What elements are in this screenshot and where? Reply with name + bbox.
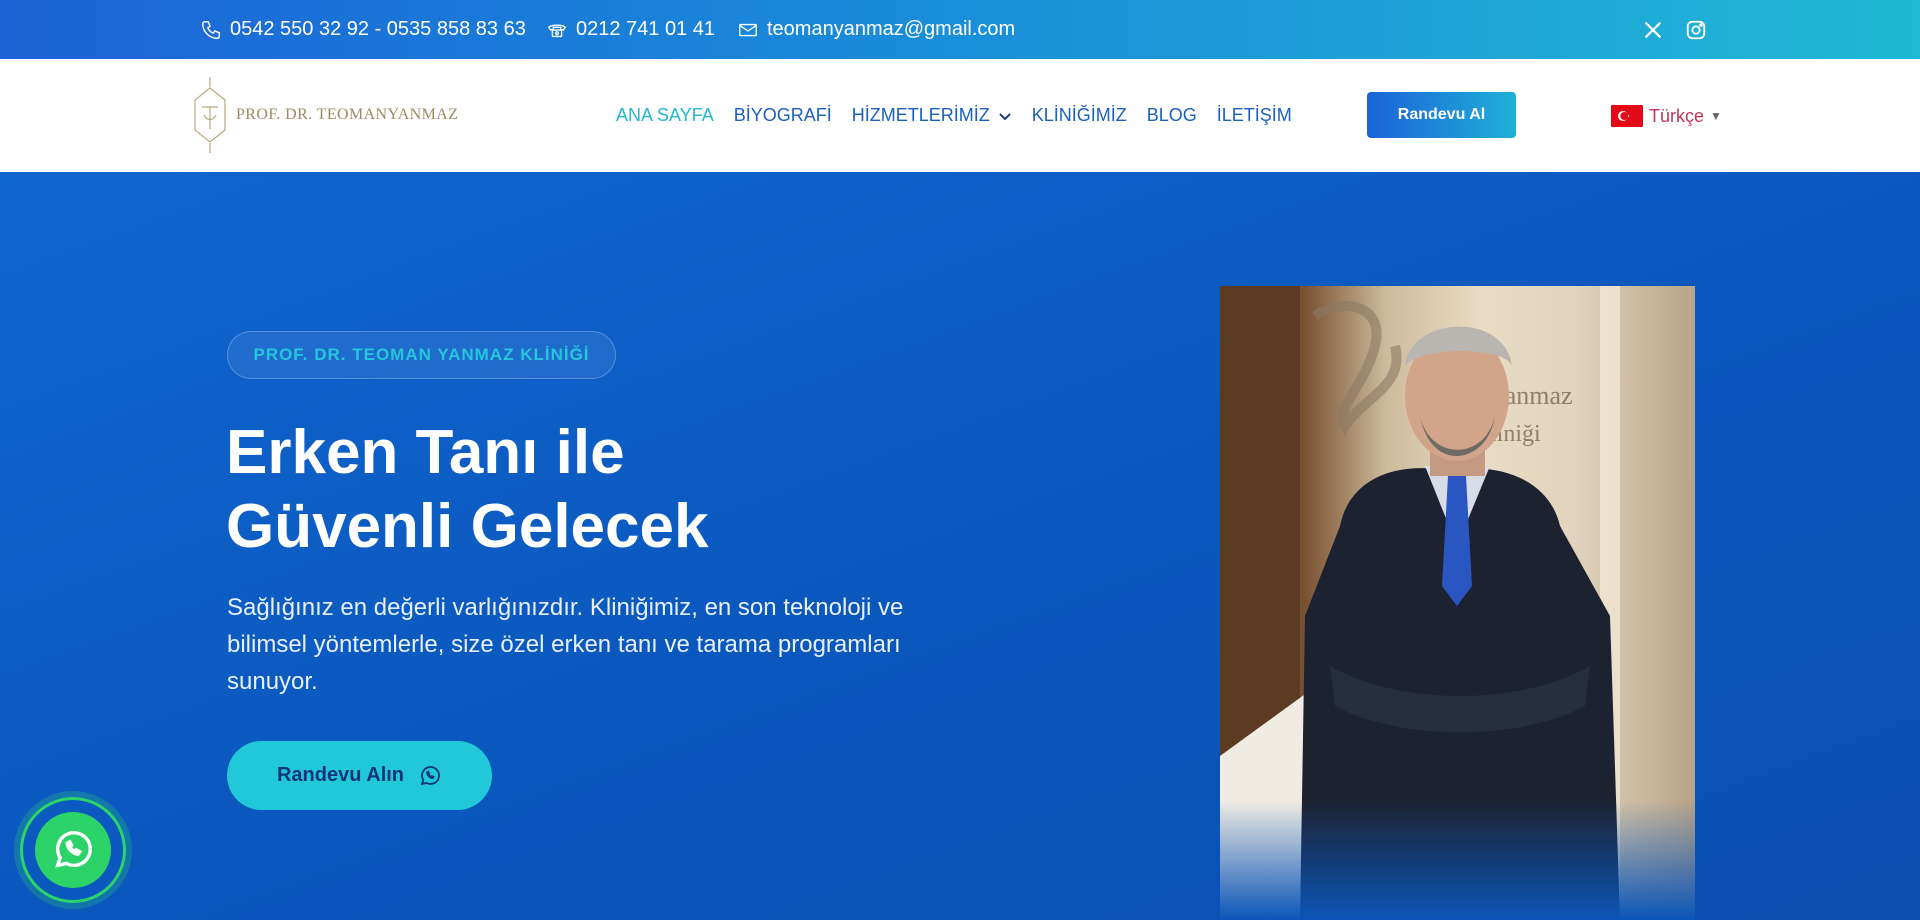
appointment-button[interactable]: Randevu Al (1367, 92, 1516, 138)
doctor-portrait-photo: n Yanmaz liniği (1220, 286, 1695, 920)
hero-title-line-1: Erken Tanı ile (226, 418, 625, 487)
nav-clinic[interactable]: KLİNİĞİMİZ (1032, 105, 1127, 126)
nav-services[interactable]: HİZMETLERİMİZ (852, 105, 1012, 126)
logo-text: PROF. DR. TEOMANYANMAZ (236, 106, 459, 123)
x-link[interactable] (1642, 0, 1664, 59)
telephone-icon (547, 24, 567, 37)
whatsapp-icon (55, 831, 92, 868)
whatsapp-float-button[interactable] (20, 797, 126, 903)
top-contact-bar: 0542 550 32 92 - 0535 858 83 63 0212 741… (0, 0, 1920, 59)
nav-biography-label: BİYOGRAFİ (733, 105, 832, 125)
nav-clinic-label: KLİNİĞİMİZ (1031, 105, 1127, 125)
caret-down-icon: ▼ (1710, 109, 1722, 123)
hero-description: Sağlığınız en değerli varlığınızdır. Kli… (227, 594, 904, 695)
instagram-link[interactable] (1685, 0, 1707, 59)
whatsapp-icon (420, 765, 440, 785)
nav-home-label: ANA SAYFA (616, 105, 714, 125)
nav-services-label: HİZMETLERİMİZ (851, 105, 990, 125)
photo-fade-overlay (1220, 800, 1695, 920)
landline-phone-number: 0212 741 01 41 (576, 18, 716, 40)
hero-title-line-2: Güvenli Gelecek (226, 492, 709, 561)
nav-home[interactable]: ANA SAYFA (616, 105, 714, 126)
whatsapp-float-inner (35, 812, 111, 888)
landline-phone-contact[interactable]: 0212 741 01 41 (546, 0, 715, 59)
nav-blog-label: BLOG (1146, 105, 1197, 125)
hero-appointment-button[interactable]: Randevu Alın (227, 741, 492, 810)
nav-contact-label: İLETİŞİM (1216, 105, 1292, 125)
turkey-flag-icon (1611, 105, 1643, 127)
nav-contact[interactable]: İLETİŞİM (1217, 105, 1292, 126)
hero-appointment-label: Randevu Alın (276, 764, 405, 786)
main-navigation: ANA SAYFA BİYOGRAFİ HİZMETLERİMİZ KLİNİĞ… (616, 59, 1292, 172)
nav-blog[interactable]: BLOG (1147, 105, 1197, 126)
email-address: teomanyanmaz@gmail.com (767, 18, 1016, 40)
phone-icon (202, 20, 220, 39)
email-contact[interactable]: teomanyanmaz@gmail.com (737, 0, 1015, 59)
site-header: PROF. DR. TEOMANYANMAZ ANA SAYFA BİYOGRA… (0, 59, 1920, 172)
site-logo[interactable]: PROF. DR. TEOMANYANMAZ (190, 75, 458, 155)
hero-title: Erken Tanı ile Güvenli Gelecek (226, 416, 926, 564)
x-icon (1644, 21, 1662, 38)
nav-biography[interactable]: BİYOGRAFİ (734, 105, 832, 126)
instagram-icon (1686, 20, 1706, 39)
mobile-phone-numbers: 0542 550 32 92 - 0535 858 83 63 (230, 18, 526, 40)
mobile-phone-contact[interactable]: 0542 550 32 92 - 0535 858 83 63 (200, 0, 526, 59)
hero-section: PROF. DR. TEOMAN YANMAZ KLİNİĞİ Erken Ta… (0, 172, 1920, 920)
mail-icon (739, 23, 757, 36)
chevron-down-icon (999, 112, 1011, 120)
language-selector[interactable]: Türkçe ▼ (1611, 105, 1722, 127)
language-label: Türkçe (1649, 105, 1705, 126)
clinic-badge: PROF. DR. TEOMAN YANMAZ KLİNİĞİ (227, 331, 616, 379)
logo-monogram-icon (194, 77, 226, 153)
